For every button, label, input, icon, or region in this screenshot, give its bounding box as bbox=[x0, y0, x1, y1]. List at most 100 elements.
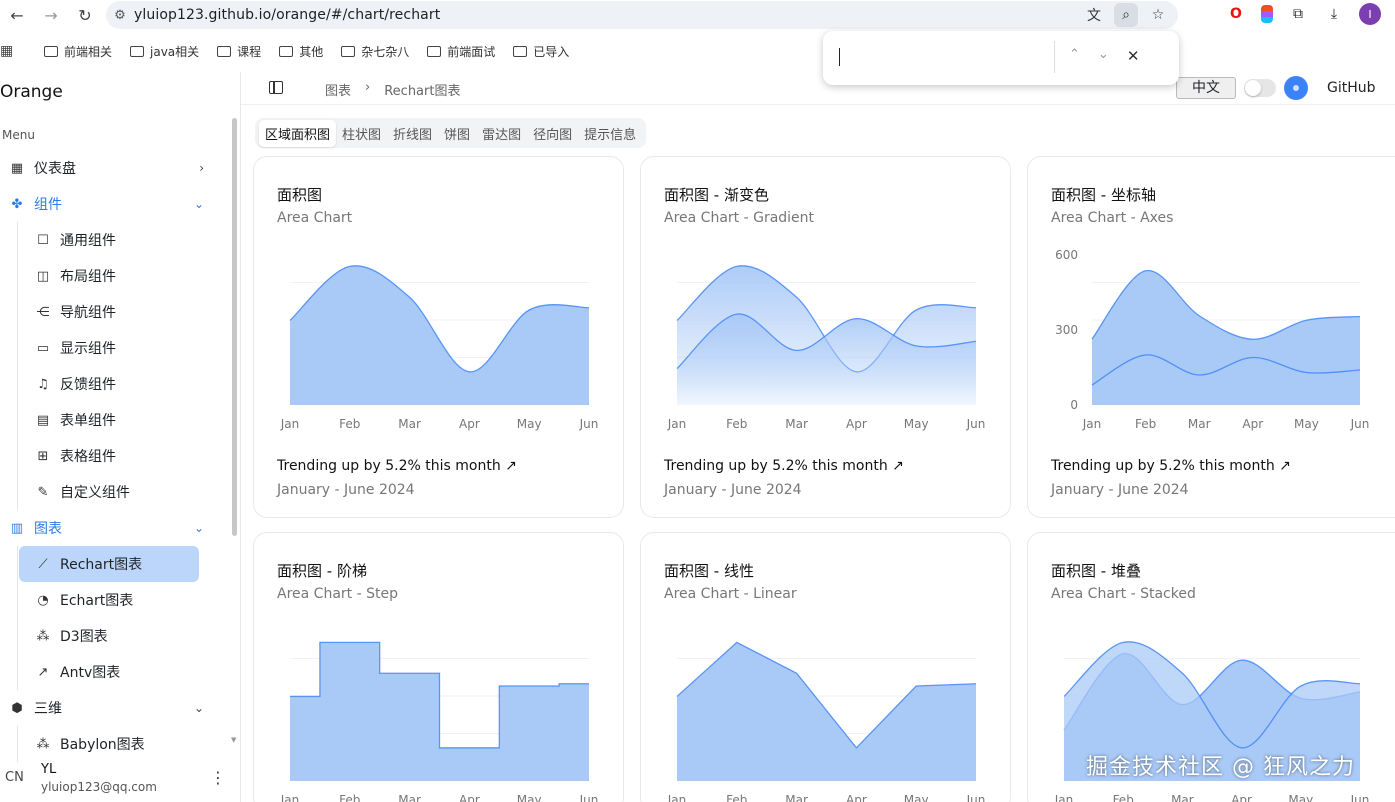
file-text-icon: ▤ bbox=[36, 412, 50, 428]
bookmark-folder[interactable]: 前端面试 bbox=[427, 43, 495, 60]
tab-radial[interactable]: 径向图 bbox=[527, 120, 578, 147]
brand-title[interactable]: Orange bbox=[0, 82, 63, 102]
profile-avatar[interactable]: I bbox=[1359, 3, 1381, 25]
find-input[interactable] bbox=[839, 48, 840, 66]
chevron-down-icon: ⌄ bbox=[193, 521, 204, 535]
sidebar-item-rechart[interactable]: ⟋ Rechart图表 bbox=[19, 546, 199, 582]
opera-extension-icon[interactable]: O bbox=[1225, 3, 1247, 25]
find-close-icon[interactable]: ✕ bbox=[1127, 47, 1140, 65]
area-series bbox=[677, 642, 976, 781]
back-icon[interactable]: ← bbox=[0, 1, 34, 29]
more-vertical-icon[interactable]: ⋮ bbox=[210, 768, 226, 787]
card-trend: Trending up by 5.2% this month ↗ bbox=[664, 458, 904, 474]
tab-tooltip[interactable]: 提示信息 bbox=[578, 120, 642, 147]
sidebar-item-table[interactable]: ⊞ 表格组件 bbox=[0, 438, 230, 474]
browser-toolbar: ← → ↻ ⚙ yluiop123.github.io/orange/#/cha… bbox=[0, 0, 1395, 30]
x-tick-label: Feb bbox=[726, 417, 747, 431]
figma-extension-icon[interactable] bbox=[1261, 5, 1273, 23]
area-chart: Jan Feb Mar Apr May Jun bbox=[667, 641, 985, 802]
charts-submenu: ⟋ Rechart图表 ◔ Echart图表 ⁂ D3图表 ↗ Antv图表 bbox=[0, 546, 230, 690]
tab-pie[interactable]: 饼图 bbox=[438, 120, 476, 147]
tab-line[interactable]: 折线图 bbox=[387, 120, 438, 147]
breadcrumb-separator-icon: › bbox=[365, 80, 371, 95]
y-tick-label: 600 bbox=[1055, 248, 1078, 262]
theme-toggle[interactable] bbox=[1244, 79, 1276, 97]
card-subtitle: Area Chart - Axes bbox=[1051, 210, 1174, 226]
user-profile[interactable]: CN YL yluiop123@qq.com ⋮ bbox=[0, 756, 240, 802]
translate-icon[interactable]: 文 bbox=[1082, 3, 1106, 27]
x-tick-label: Mar bbox=[1188, 417, 1211, 431]
sidebar-item-feedback[interactable]: ♫ 反馈组件 bbox=[0, 366, 230, 402]
bookmark-folder[interactable]: 杂七杂八 bbox=[341, 43, 409, 60]
tab-area[interactable]: 区域面积图 bbox=[259, 119, 337, 147]
chevron-down-icon: ⌄ bbox=[193, 197, 204, 211]
bookmark-star-icon[interactable]: ☆ bbox=[1146, 3, 1170, 27]
x-tick-label: Jun bbox=[1350, 793, 1370, 802]
x-tick-label: Jun bbox=[1350, 417, 1370, 431]
folder-icon bbox=[130, 45, 145, 57]
card-title: 面积图 - 阶梯 bbox=[277, 562, 367, 580]
sidebar-scrollbar[interactable] bbox=[232, 118, 237, 536]
find-next-icon[interactable]: ⌄ bbox=[1098, 47, 1109, 65]
card-range: January - June 2024 bbox=[664, 482, 802, 498]
folder-icon bbox=[217, 45, 232, 57]
language-button[interactable]: 中文 bbox=[1176, 77, 1236, 99]
reload-icon[interactable]: ↻ bbox=[68, 1, 102, 29]
x-tick-label: Mar bbox=[1171, 793, 1194, 802]
user-email: yluiop123@qq.com bbox=[41, 780, 157, 794]
sidebar-item-components[interactable]: ✤ 组件 ⌄ bbox=[0, 186, 230, 222]
area-chart: Jan Feb Mar Apr May Jun bbox=[280, 265, 598, 431]
x-tick-label: Jun bbox=[966, 417, 986, 431]
sidebar-item-d3[interactable]: ⁂ D3图表 bbox=[0, 618, 230, 654]
theme-color-picker[interactable] bbox=[1284, 76, 1308, 100]
table-icon: ⊞ bbox=[37, 448, 49, 464]
sidebar-item-custom[interactable]: ✎ 自定义组件 bbox=[0, 474, 230, 510]
find-bar: ⌃ ⌄ ✕ bbox=[823, 31, 1179, 85]
x-tick-label: Jan bbox=[667, 793, 687, 802]
tab-radar[interactable]: 雷达图 bbox=[476, 120, 527, 147]
card-subtitle: Area Chart bbox=[277, 210, 353, 226]
sidebar-item-echart[interactable]: ◔ Echart图表 bbox=[0, 582, 230, 618]
address-bar[interactable]: ⚙ yluiop123.github.io/orange/#/chart/rec… bbox=[106, 1, 1178, 29]
extensions-puzzle-icon[interactable]: ⧉ bbox=[1287, 3, 1309, 25]
x-tick-label: Jan bbox=[667, 417, 687, 431]
sidebar-item-display[interactable]: ▭ 显示组件 bbox=[0, 330, 230, 366]
sidebar-item-form[interactable]: ▤ 表单组件 bbox=[0, 402, 230, 438]
x-tick-label: Jan bbox=[1054, 793, 1074, 802]
find-previous-icon[interactable]: ⌃ bbox=[1069, 47, 1080, 65]
sidebar-item-layout[interactable]: ◫ 布局组件 bbox=[0, 258, 230, 294]
site-settings-icon[interactable]: ⚙ bbox=[106, 8, 134, 23]
sidebar-item-general[interactable]: ☐ 通用组件 bbox=[0, 222, 230, 258]
sidebar-item-charts[interactable]: ▥ 图表 ⌄ bbox=[0, 510, 230, 546]
folder-icon bbox=[427, 45, 442, 57]
sidebar-item-antv[interactable]: ↗ Antv图表 bbox=[0, 654, 230, 690]
download-icon[interactable]: ⤓ bbox=[1323, 3, 1345, 25]
bookmark-folder[interactable]: 已导入 bbox=[513, 43, 569, 60]
scroll-down-arrow-icon[interactable]: ▼ bbox=[231, 736, 236, 744]
bookmark-folder[interactable]: java相关 bbox=[130, 43, 199, 60]
x-tick-label: Apr bbox=[1231, 793, 1252, 802]
sidebar-toggle-icon[interactable] bbox=[269, 81, 283, 94]
card-range: January - June 2024 bbox=[277, 482, 415, 498]
url-text[interactable]: yluiop123.github.io/orange/#/chart/recha… bbox=[134, 7, 440, 23]
bookmark-folder[interactable]: 其他 bbox=[279, 43, 323, 60]
x-tick-label: Feb bbox=[1113, 793, 1134, 802]
bar-chart-icon: ▥ bbox=[10, 520, 24, 536]
tab-bar[interactable]: 柱状图 bbox=[336, 120, 387, 147]
x-tick-label: Feb bbox=[339, 793, 360, 802]
sidebar-item-dashboard[interactable]: ▦ 仪表盘 › bbox=[0, 150, 230, 186]
forward-icon[interactable]: → bbox=[34, 1, 68, 29]
bookmark-folder[interactable]: 前端相关 bbox=[44, 43, 112, 60]
sidebar-item-navigation[interactable]: ⋲ 导航组件 bbox=[0, 294, 230, 330]
breadcrumb-item[interactable]: 图表 bbox=[325, 80, 351, 99]
breadcrumb-current: Rechart图表 bbox=[384, 84, 461, 99]
sidebar-item-3d[interactable]: ⬢ 三维 ⌄ bbox=[0, 690, 230, 726]
user-name: YL bbox=[41, 762, 57, 777]
apps-grid-icon[interactable]: ▦ bbox=[0, 43, 14, 59]
folder-icon bbox=[341, 45, 356, 57]
x-tick-label: Feb bbox=[726, 793, 747, 802]
x-tick-label: Feb bbox=[1135, 417, 1156, 431]
bookmark-folder[interactable]: 课程 bbox=[217, 43, 261, 60]
find-in-page-icon[interactable]: ⌕ bbox=[1114, 3, 1138, 27]
github-link[interactable]: GitHub bbox=[1327, 80, 1376, 96]
